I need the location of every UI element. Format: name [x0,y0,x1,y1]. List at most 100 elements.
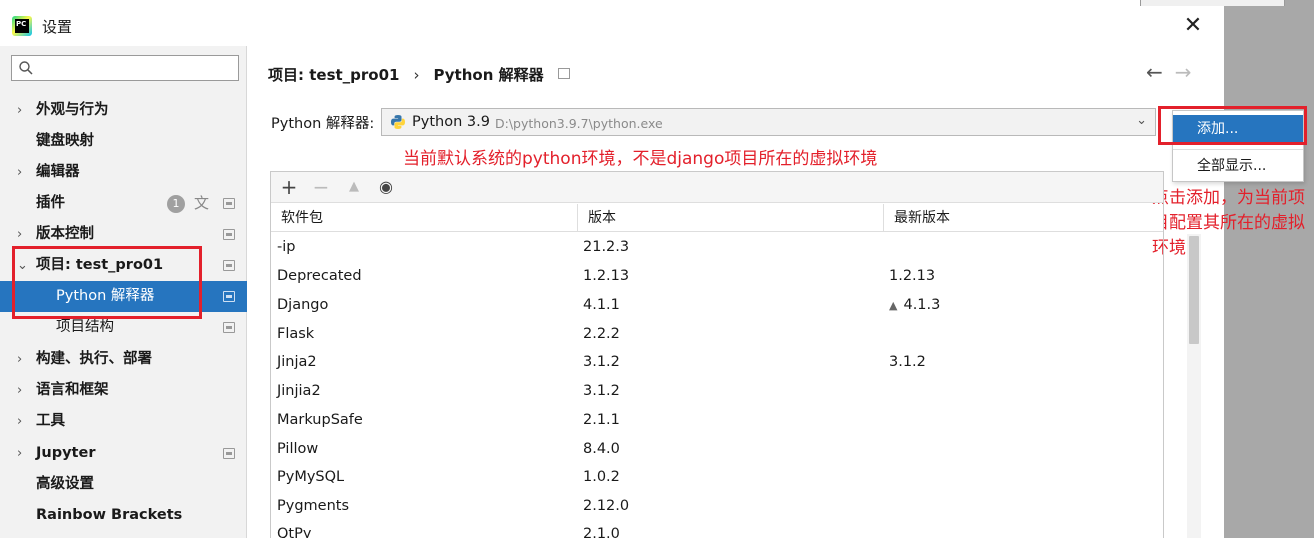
sidebar-item-label: 键盘映射 [36,133,94,149]
package-version: 2.1.0 [583,526,620,538]
package-latest-cell: ▲ 4.1.3 [889,291,940,320]
breadcrumb: 项目: test_pro01 › Python 解释器 [268,64,570,85]
table-row[interactable]: MarkupSafe 2.1.1 [271,406,1187,435]
package-version: 3.1.2 [583,383,620,399]
table-row[interactable]: Jinja2 3.1.2 3.1.2 [271,348,1187,377]
sidebar-item-label: 构建、执行、部署 [36,351,152,367]
sidebar-item-appearance[interactable]: › 外观与行为 [0,95,247,126]
package-latest: 4.1.3 [903,297,941,313]
sidebar-item-editor[interactable]: › 编辑器 [0,157,247,188]
chevron-right-icon: › [17,352,23,367]
search-input[interactable] [40,58,235,78]
table-row[interactable]: Flask 2.2.2 [271,320,1187,349]
package-latest: 3.1.2 [889,354,926,370]
add-package-icon[interactable]: + [276,175,302,199]
package-latest: 1.2.13 [889,268,936,284]
scrollbar-thumb[interactable] [1189,236,1199,344]
project-scope-icon [223,291,235,302]
package-version: 3.1.2 [583,354,620,370]
table-row[interactable]: Deprecated 1.2.13 1.2.13 [271,262,1187,291]
package-name: -ip [277,239,296,255]
package-name: QtPy [277,526,312,538]
sidebar-item-build[interactable]: › 构建、执行、部署 [0,344,247,375]
table-row[interactable]: -ip 21.2.3 [271,233,1187,262]
show-early-releases-icon[interactable]: ◉ [373,175,399,199]
background-desktop [1224,0,1314,538]
interpreter-name: Python 3.9 [412,114,490,130]
package-name: Jinja2 [277,354,317,370]
package-name: Pygments [277,498,350,514]
sidebar-item-tools[interactable]: › 工具 [0,406,247,437]
project-scope-icon [223,260,235,271]
package-name: Jinjia2 [277,383,321,399]
chevron-down-icon: ⌄ [1136,113,1147,128]
sidebar-item-label: 高级设置 [36,476,94,492]
column-header-package[interactable]: 软件包 [271,204,578,232]
sidebar-item-label: 插件 [36,195,65,211]
upgrade-package-icon[interactable]: ▲ [341,175,367,199]
interpreter-select[interactable]: Python 3.9 D:\python3.9.7\python.exe ⌄ [381,108,1156,136]
title-bar: PC 设置 ✕ [0,6,1224,46]
packages-table-header: 软件包 版本 最新版本 [271,204,1163,232]
settings-dialog: PC 设置 ✕ › 外观与行为 键盘映射 › 编辑器 插件 1 文 › 版本控制… [0,6,1307,538]
sidebar-item-advanced[interactable]: 高级设置 [0,469,247,500]
chevron-right-icon: › [17,165,23,180]
sidebar-item-label: 外观与行为 [36,102,109,118]
pycharm-icon-text: PC [15,19,29,33]
window-title: 设置 [42,18,73,36]
table-row[interactable]: Jinjia2 3.1.2 [271,377,1187,406]
project-scope-icon [223,448,235,459]
package-name: PyMySQL [277,469,345,485]
chevron-right-icon: › [17,446,23,461]
sidebar-item-plugins[interactable]: 插件 1 文 [0,188,247,219]
back-arrow-icon[interactable]: ← [1146,60,1163,84]
search-icon [19,61,33,75]
settings-sidebar: › 外观与行为 键盘映射 › 编辑器 插件 1 文 › 版本控制 ⌄ 项目: t… [0,46,247,538]
column-header-latest[interactable]: 最新版本 [884,204,1188,232]
package-version: 8.4.0 [583,441,620,457]
project-scope-icon [557,68,570,79]
column-header-version[interactable]: 版本 [578,204,884,232]
package-version: 2.2.2 [583,326,620,342]
table-row[interactable]: QtPy 2.1.0 [271,520,1187,538]
menu-item-show-all[interactable]: 全部显示... [1173,152,1303,181]
package-name: Pillow [277,441,319,457]
table-row[interactable]: Pillow 8.4.0 [271,435,1187,464]
translate-icon: 文 [194,194,210,212]
package-name: Flask [277,326,315,342]
project-scope-icon [223,322,235,333]
sidebar-item-languages[interactable]: › 语言和框架 [0,375,247,406]
packages-panel: + − ▲ ◉ 软件包 版本 最新版本 -ip 21.2.3 Deprecate… [270,171,1201,538]
chevron-right-icon: › [17,414,23,429]
table-row[interactable]: Django 4.1.1 ▲ 4.1.3 [271,291,1187,320]
search-box[interactable] [11,55,239,81]
sidebar-item-rainbow-brackets[interactable]: Rainbow Brackets [0,500,247,531]
sidebar-item-label: 语言和框架 [36,382,109,398]
forward-arrow-icon[interactable]: → [1175,60,1192,84]
menu-separator [1173,149,1303,150]
table-row[interactable]: Pygments 2.12.0 [271,492,1187,521]
package-name: Deprecated [277,268,362,284]
sidebar-item-label: Jupyter [36,445,96,461]
sidebar-item-label: 工具 [36,413,65,429]
interpreter-path: D:\python3.9.7\python.exe [495,116,663,131]
sidebar-item-label: 编辑器 [36,164,80,180]
close-button[interactable]: ✕ [1178,12,1208,40]
main-panel: 项目: test_pro01 › Python 解释器 ← → Python 解释器:… [248,46,1307,538]
interpreter-label: Python 解释器: [271,116,375,132]
sidebar-item-keymap[interactable]: 键盘映射 [0,126,247,157]
remove-package-icon[interactable]: − [308,175,334,199]
package-name: MarkupSafe [277,412,363,428]
package-version: 1.2.13 [583,268,630,284]
pycharm-icon: PC [12,16,32,36]
breadcrumb-parent[interactable]: 项目: test_pro01 [268,66,399,84]
project-scope-icon [223,198,235,209]
sidebar-item-jupyter[interactable]: › Jupyter [0,438,247,469]
upgrade-arrow-icon: ▲ [889,299,898,312]
breadcrumb-current: Python 解释器 [433,66,544,84]
package-version: 4.1.1 [583,297,620,313]
package-name: Django [277,297,329,313]
package-version: 21.2.3 [583,239,630,255]
table-row[interactable]: PyMySQL 1.0.2 [271,463,1187,492]
packages-scrollbar[interactable] [1187,234,1201,538]
